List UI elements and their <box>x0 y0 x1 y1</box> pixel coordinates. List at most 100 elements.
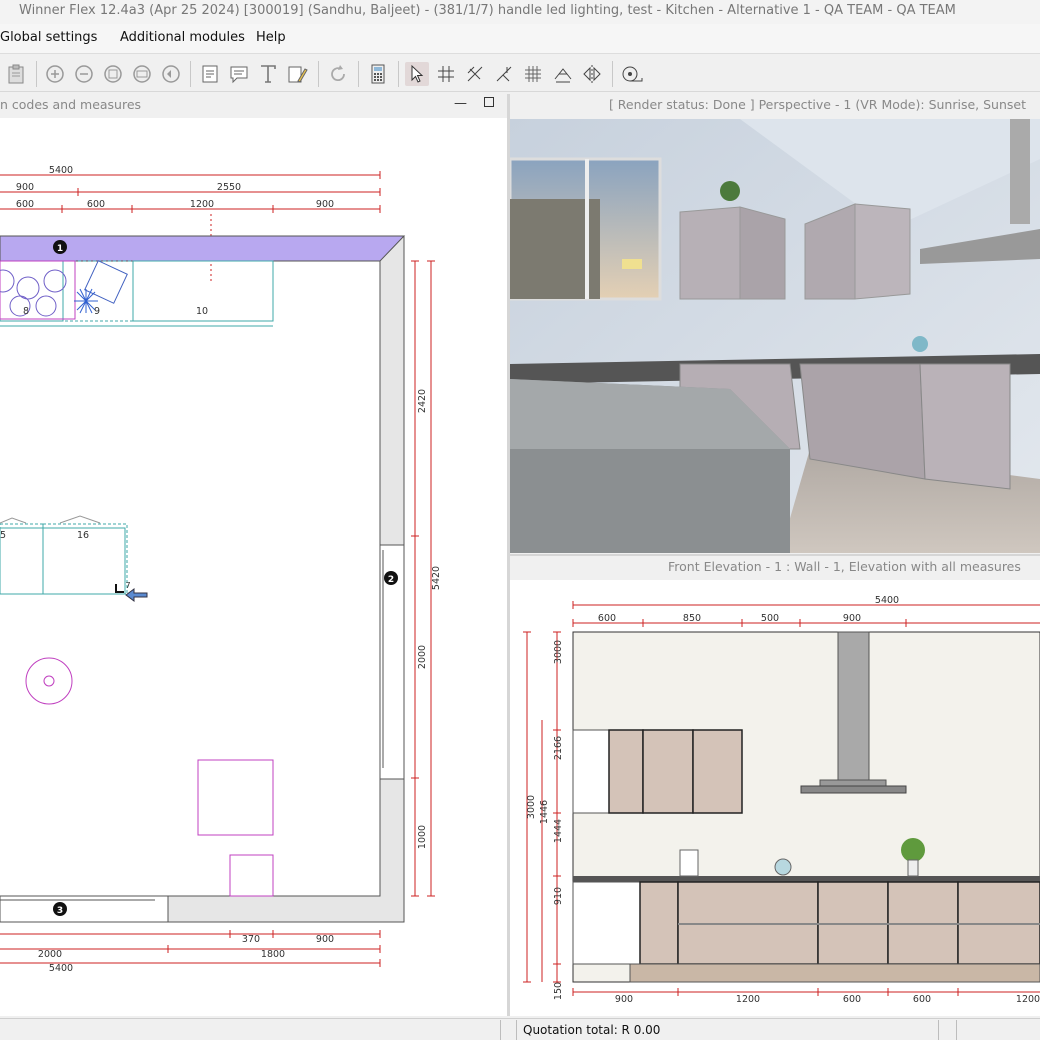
status-bar: Quotation total: R 0.00 <box>0 1018 1040 1040</box>
elevation-bottom-dims <box>572 988 1040 996</box>
render-window-light <box>622 259 642 269</box>
render-base-cabinet <box>919 363 1011 490</box>
measure-tape-icon[interactable] <box>620 62 644 86</box>
elev-plant <box>901 838 925 862</box>
wall-marker-1-label: 1 <box>57 244 63 254</box>
note-icon[interactable] <box>198 62 222 86</box>
elev-dim-left: 910 <box>553 887 564 905</box>
elev-dim-left: 3000 <box>553 640 564 664</box>
render-image[interactable] <box>510 119 1040 553</box>
wall-split-icon[interactable] <box>492 62 516 86</box>
elev-dim-left-outer: 3000 <box>526 795 537 819</box>
wall-marker-3-label: 3 <box>57 906 63 916</box>
plan-drawing[interactable]: 5400 900 2550 600 600 1200 900 1 2 3 8 9… <box>0 118 507 1016</box>
elev-plinth <box>629 963 1040 983</box>
zoom-fit-icon[interactable] <box>101 62 125 86</box>
menu-global-settings[interactable]: Global settings <box>0 30 97 45</box>
round-table[interactable] <box>25 657 73 705</box>
elevation-view-pane[interactable]: Front Elevation - 1 : Wall - 1, Elevatio… <box>510 556 1040 1016</box>
elev-dim-bottom: 1200 <box>1016 994 1040 1005</box>
elev-plant-pot <box>907 859 919 877</box>
render-vase <box>912 336 928 352</box>
elev-hood-chimney <box>837 631 870 785</box>
elev-dim-bottom: 900 <box>615 994 633 1005</box>
clipboard-icon[interactable] <box>4 62 28 86</box>
zoom-out-icon[interactable] <box>72 62 96 86</box>
elev-dim-top: 600 <box>598 613 616 624</box>
plan-view-title: n codes and measures <box>0 97 142 112</box>
toolbar-separator <box>358 61 359 87</box>
cabinet-label-8: 8 <box>23 306 29 317</box>
zoom-in-icon[interactable] <box>43 62 67 86</box>
zoom-previous-icon[interactable] <box>159 62 183 86</box>
elev-upper-cabinet[interactable] <box>642 729 694 814</box>
refresh-icon[interactable] <box>326 62 350 86</box>
elev-dim-left: 1444 <box>553 819 564 843</box>
render-upper-cabinet <box>739 206 786 300</box>
status-cell <box>938 1020 956 1040</box>
window-title: Winner Flex 12.4a3 (Apr 25 2024) [300019… <box>0 0 1040 24</box>
dim-top-row3: 1200 <box>190 199 214 210</box>
cursor-arrow-icon <box>125 588 148 602</box>
island-cabinets[interactable] <box>0 515 128 595</box>
elev-countertop[interactable] <box>573 876 1040 882</box>
dim-top-row2: 900 <box>16 182 34 193</box>
drawing-tool-icon[interactable] <box>285 62 309 86</box>
wall-corner-icon[interactable] <box>463 62 487 86</box>
elev-upper-cabinet[interactable] <box>692 729 743 814</box>
cabinet-label-9: 9 <box>94 306 100 317</box>
render-plant <box>720 181 740 201</box>
elev-dim-bottom: 600 <box>843 994 861 1005</box>
room-walls[interactable] <box>0 235 405 923</box>
comment-icon[interactable] <box>227 62 251 86</box>
dimension-icon[interactable] <box>551 62 575 86</box>
horizontal-splitter[interactable] <box>510 554 1040 556</box>
grid-icon[interactable] <box>521 62 545 86</box>
elev-dim-left-outer: 1446 <box>539 800 550 824</box>
menu-additional-modules[interactable]: Additional modules <box>120 30 245 45</box>
menu-help[interactable]: Help <box>256 30 286 45</box>
dim-right-1000: 1000 <box>417 825 428 849</box>
render-upper-cabinet <box>679 206 741 300</box>
select-arrow-icon[interactable] <box>405 62 429 86</box>
elev-hood[interactable] <box>800 785 907 794</box>
toolbar-separator <box>612 61 613 87</box>
elev-dim-top-total: 5400 <box>875 595 899 606</box>
round-table-center <box>43 675 55 687</box>
status-cell <box>500 1020 516 1040</box>
render-view-pane[interactable]: [ Render status: Done ] Perspective - 1 … <box>510 94 1040 554</box>
render-upper-cabinet <box>854 203 911 300</box>
maximize-button[interactable] <box>484 97 494 107</box>
quotation-total: Quotation total: R 0.00 <box>516 1020 938 1040</box>
elev-dim-bottom: 1200 <box>736 994 760 1005</box>
elev-hood-neck <box>819 779 887 787</box>
elev-dim-top: 900 <box>843 613 861 624</box>
wall-marker-2-label: 2 <box>388 575 394 585</box>
wall-tool-icon[interactable] <box>434 62 458 86</box>
upper-cabinets[interactable] <box>0 260 274 327</box>
elev-vase <box>774 858 792 876</box>
zoom-window-icon[interactable] <box>130 62 154 86</box>
elevation-drawing[interactable]: 5400 600 850 500 900 3000 2166 1444 910 … <box>510 580 1040 1016</box>
elev-dim-top: 500 <box>761 613 779 624</box>
small-object[interactable] <box>229 854 274 897</box>
dim-right-total: 5420 <box>431 566 442 590</box>
plan-view-pane[interactable]: n codes and measures — 5400 900 2550 600… <box>0 94 507 1016</box>
cabinet-label-10: 10 <box>196 306 208 317</box>
mirror-icon[interactable] <box>580 62 604 86</box>
elev-base-cabinet[interactable] <box>639 881 679 965</box>
cabinet-label-16: 16 <box>77 530 89 541</box>
dim-top-row3: 600 <box>16 199 34 210</box>
elev-filler-panel <box>572 729 610 814</box>
elevation-view-header: Front Elevation - 1 : Wall - 1, Elevatio… <box>510 556 1040 580</box>
elev-dim-top: 850 <box>683 613 701 624</box>
cabinet-label-5: 5 <box>0 530 6 541</box>
minimize-button[interactable]: — <box>454 94 467 115</box>
text-icon[interactable] <box>256 62 280 86</box>
elev-upper-cabinet[interactable] <box>608 729 644 814</box>
calculator-icon[interactable] <box>366 62 390 86</box>
elev-dim-left: 2166 <box>553 736 564 760</box>
dim-top-row3: 900 <box>316 199 334 210</box>
cursor-crosshair <box>115 584 124 593</box>
square-table[interactable] <box>197 759 274 836</box>
